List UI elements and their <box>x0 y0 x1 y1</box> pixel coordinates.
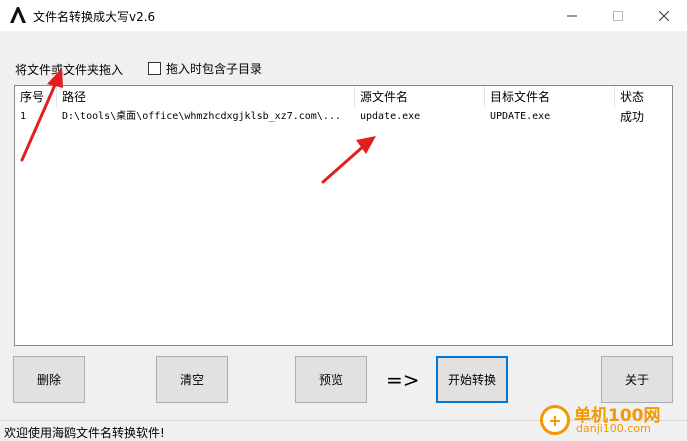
include-subdirs-label: 拖入时包含子目录 <box>166 62 263 76</box>
maximize-icon <box>613 10 623 21</box>
cell-status: 成功 <box>620 110 645 124</box>
table-row[interactable]: 1 D:\tools\桌面\office\whmzhcdxgjklsb_xz7.… <box>15 108 672 126</box>
preview-button[interactable]: 预览 <box>295 356 367 403</box>
column-header-status[interactable]: 状态 <box>615 86 672 108</box>
cell-path: D:\tools\桌面\office\whmzhcdxgjklsb_xz7.co… <box>62 111 341 122</box>
minimize-icon <box>567 15 577 16</box>
column-header-target[interactable]: 目标文件名 <box>485 86 615 108</box>
window-title: 文件名转换成大写v2.6 <box>33 10 156 24</box>
minimize-button[interactable] <box>549 0 595 31</box>
watermark-logo-icon: + <box>540 405 570 435</box>
maximize-button[interactable] <box>595 0 641 31</box>
file-list[interactable]: 序号 路径 源文件名 目标文件名 状态 1 D:\tools\桌面\office… <box>14 85 673 346</box>
delete-button[interactable]: 删除 <box>13 356 85 403</box>
close-icon <box>659 10 669 21</box>
watermark-sub-text: danji100.com <box>576 422 651 435</box>
cell-target: UPDATE.exe <box>490 111 551 122</box>
close-window-button[interactable] <box>641 0 687 31</box>
cell-index: 1 <box>20 111 27 122</box>
column-header-source[interactable]: 源文件名 <box>355 86 485 108</box>
app-logo-icon <box>10 7 26 23</box>
column-header-index[interactable]: 序号 <box>15 86 57 108</box>
clear-button[interactable]: 清空 <box>156 356 228 403</box>
include-subdirs-checkbox-group[interactable]: 拖入时包含子目录 <box>148 60 262 77</box>
flow-arrow-label: => <box>386 368 420 392</box>
cell-source: update.exe <box>360 111 421 122</box>
title-bar: 文件名转换成大写v2.6 <box>0 0 687 31</box>
column-header-path[interactable]: 路径 <box>57 86 355 108</box>
site-watermark: + 单机100网 danji100.com <box>540 400 685 440</box>
start-convert-button[interactable]: 开始转换 <box>436 356 508 403</box>
drop-hint-label: 将文件或文件夹拖入 <box>15 63 124 77</box>
about-button[interactable]: 关于 <box>601 356 673 403</box>
list-header: 序号 路径 源文件名 目标文件名 状态 <box>15 86 672 108</box>
status-text: 欢迎使用海鸥文件名转换软件! <box>4 426 165 440</box>
include-subdirs-checkbox[interactable] <box>148 62 161 75</box>
